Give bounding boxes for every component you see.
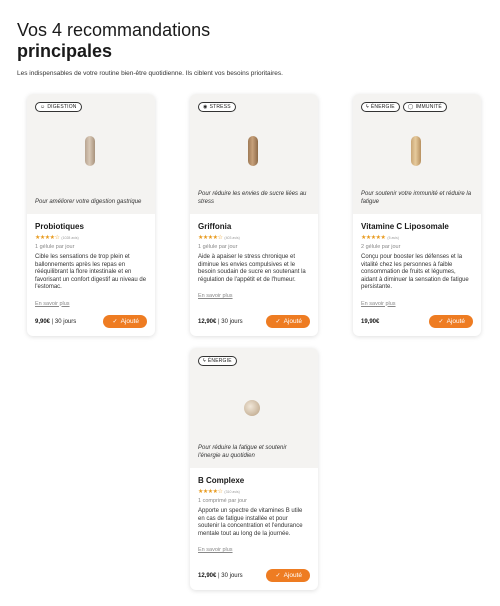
product-dose: 2 gélule par jour xyxy=(361,244,401,250)
product-card-vitamine-c: ϟ ÉNERGIE ◯ IMMUNITÉ Pour soutenir votre… xyxy=(353,94,481,336)
immunity-icon: ◯ xyxy=(407,103,414,110)
product-dose: 1 gélule par jour xyxy=(198,244,238,250)
check-icon: ✓ xyxy=(438,319,444,325)
learn-more-link[interactable]: En savoir plus xyxy=(361,301,396,307)
added-button[interactable]: ✓ Ajouté xyxy=(428,315,473,328)
stress-icon: ◉ xyxy=(203,103,208,110)
capsule-image xyxy=(248,136,258,166)
product-tagline: Pour soutenir votre immunité et réduire … xyxy=(361,191,472,205)
star-rating-icon: ★★★★★ xyxy=(361,235,386,241)
page-subtitle: Les indispensables de votre routine bien… xyxy=(17,70,283,77)
product-tagline: Pour réduire la fatigue et soutenir l'én… xyxy=(198,445,287,459)
energy-icon: ϟ xyxy=(203,357,206,364)
check-icon: ✓ xyxy=(275,319,281,325)
added-button[interactable]: ✓ Ajouté xyxy=(265,569,310,582)
added-button[interactable]: ✓ Ajouté xyxy=(265,315,310,328)
product-visual: ◉ STRESS Pour réduire les envies de sucr… xyxy=(190,94,318,214)
capsule-image xyxy=(411,136,421,166)
star-rating-icon: ★★★★☆ xyxy=(198,489,223,495)
product-name: Griffonia xyxy=(198,222,232,231)
product-price: 19,90€ xyxy=(361,318,380,325)
product-tagline: Pour améliorer votre digestion gastrique xyxy=(35,198,142,205)
tag-digestion: ☺ DIGESTION xyxy=(35,102,82,112)
product-description: Conçu pour booster les défenses et la vi… xyxy=(361,254,469,290)
product-rating: ★★★★☆ (310 avis) xyxy=(198,489,310,495)
product-card-griffonia: ◉ STRESS Pour réduire les envies de sucr… xyxy=(190,94,318,336)
check-icon: ✓ xyxy=(275,573,281,579)
product-price: 9,90€ | 30 jours xyxy=(35,318,77,325)
page-title-line1: Vos 4 recommandations xyxy=(17,20,211,40)
product-card-probiotiques: ☺ DIGESTION Pour améliorer votre digesti… xyxy=(27,94,155,336)
product-rating: ★★★★☆ (403 avis) xyxy=(198,235,310,241)
digestion-icon: ☺ xyxy=(40,103,46,110)
product-name: Probiotiques xyxy=(35,222,84,231)
product-visual: ϟ ÉNERGIE ◯ IMMUNITÉ Pour soutenir votre… xyxy=(353,94,481,214)
added-button[interactable]: ✓ Ajouté xyxy=(102,315,147,328)
product-card-b-complexe: ϟ ÉNERGIE Pour réduire la fatigue et sou… xyxy=(190,348,318,590)
capsule-image xyxy=(85,136,95,166)
product-visual: ☺ DIGESTION Pour améliorer votre digesti… xyxy=(27,94,155,214)
product-price: 12,90€ | 30 jours xyxy=(198,318,243,325)
page-title-line2: principales xyxy=(17,41,113,61)
rating-count: (403 avis) xyxy=(224,236,240,240)
learn-more-link[interactable]: En savoir plus xyxy=(198,547,233,553)
product-rating: ★★★★☆ (1028 avis) xyxy=(35,235,147,241)
rating-count: (310 avis) xyxy=(224,490,240,494)
energy-icon: ϟ xyxy=(366,103,369,110)
tag-energie: ϟ ÉNERGIE xyxy=(361,102,400,112)
product-name: B Complexe xyxy=(198,476,245,485)
product-description: Aide à apaiser le stress chronique et di… xyxy=(198,254,306,283)
product-visual: ϟ ÉNERGIE Pour réduire la fatigue et sou… xyxy=(190,348,318,468)
learn-more-link[interactable]: En savoir plus xyxy=(198,293,233,299)
rating-count: (1028 avis) xyxy=(61,236,79,240)
tag-energie: ϟ ÉNERGIE xyxy=(198,356,237,366)
product-price: 12,90€ | 30 jours xyxy=(198,572,243,579)
learn-more-link[interactable]: En savoir plus xyxy=(35,301,70,307)
product-tagline: Pour réduire les envies de sucre liées a… xyxy=(198,191,307,205)
star-rating-icon: ★★★★☆ xyxy=(35,235,60,241)
product-rating: ★★★★★ (5 avis) xyxy=(361,235,473,241)
product-dose: 1 comprimé par jour xyxy=(198,498,247,504)
product-name: Vitamine C Liposomale xyxy=(361,222,449,231)
tag-immunite: ◯ IMMUNITÉ xyxy=(402,102,447,112)
rating-count: (5 avis) xyxy=(387,236,399,240)
product-description: Apporte un spectre de vitamines B utile … xyxy=(198,508,303,537)
tablet-image xyxy=(244,400,260,416)
product-description: Cible les sensations de trop plein et ba… xyxy=(35,254,147,290)
tag-stress: ◉ STRESS xyxy=(198,102,236,112)
product-dose: 1 gélule par jour xyxy=(35,244,75,250)
star-rating-icon: ★★★★☆ xyxy=(198,235,223,241)
check-icon: ✓ xyxy=(112,319,118,325)
page-title: Vos 4 recommandations principales xyxy=(17,20,210,62)
